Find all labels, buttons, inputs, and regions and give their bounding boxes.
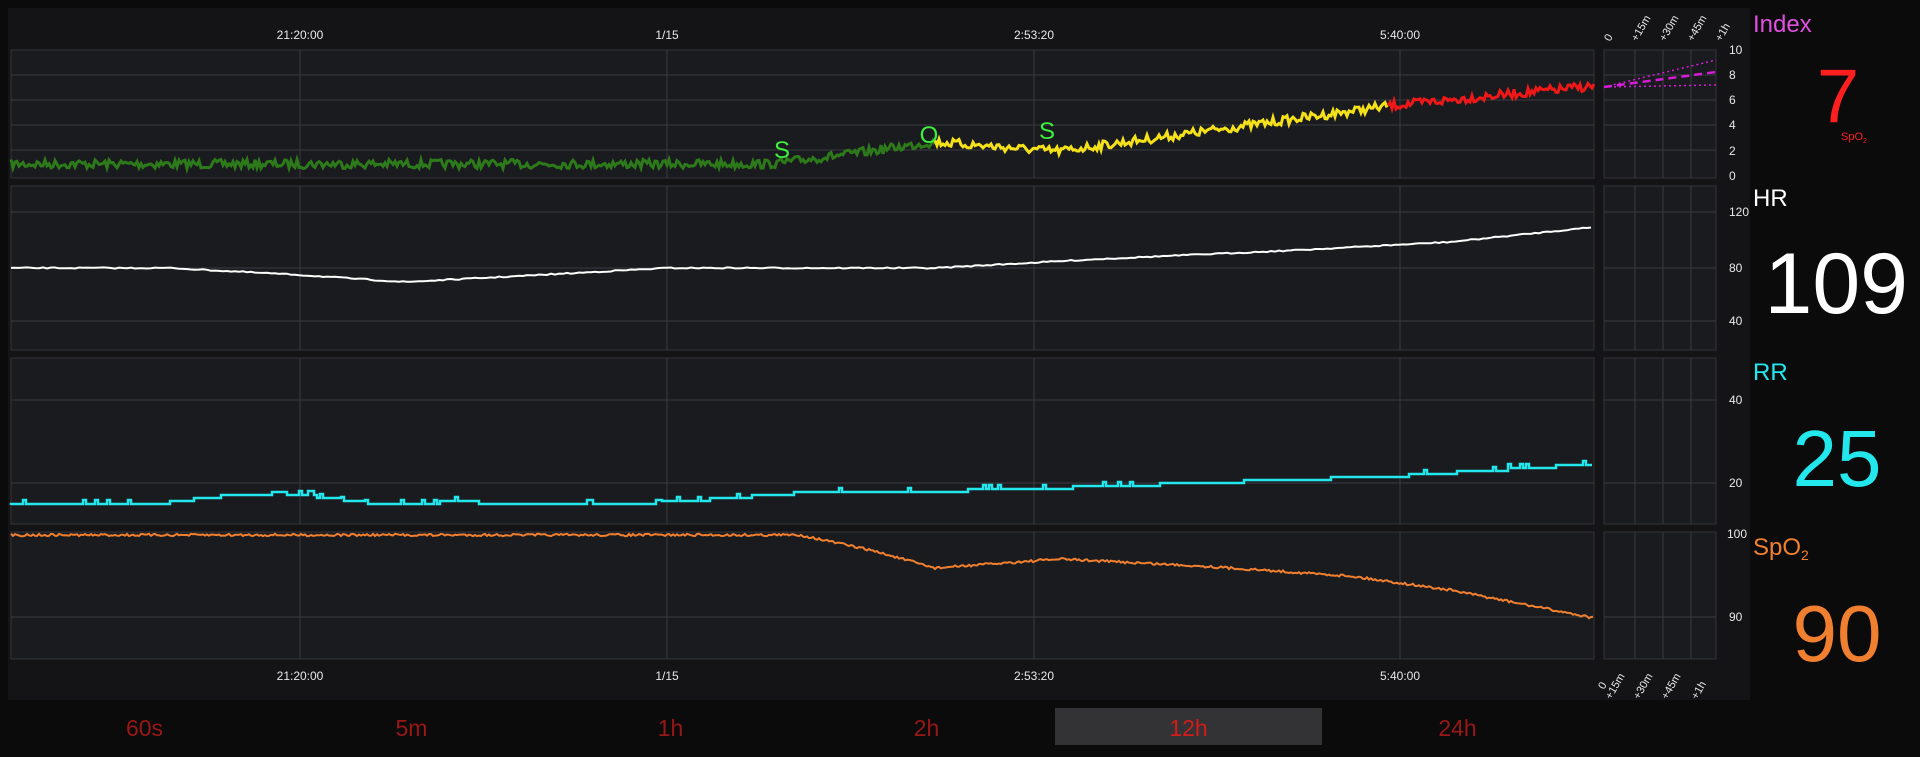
rr-y-tick: 40 bbox=[1729, 393, 1743, 407]
spo2-label: SpO2 bbox=[1753, 534, 1809, 563]
hr-y-tick: 80 bbox=[1729, 261, 1743, 275]
index-y-tick: 10 bbox=[1729, 43, 1743, 57]
time-label-top: 2:53:20 bbox=[1014, 28, 1054, 42]
time-label-top: 21:20:00 bbox=[277, 28, 324, 42]
spo2-forecast-bg bbox=[1603, 531, 1717, 660]
time-range-bar: 60s 5m 1h 2h 12h 24h bbox=[0, 700, 1920, 757]
rr-chart bbox=[9, 357, 1717, 525]
rr-chart-bg bbox=[10, 357, 1595, 525]
range-button-2h[interactable]: 2h bbox=[793, 708, 1060, 745]
hr-readout: HR 109 bbox=[1753, 185, 1908, 332]
index-label: Index bbox=[1753, 11, 1812, 38]
index-subscript: SpO2 bbox=[1841, 131, 1867, 145]
rr-forecast-bg bbox=[1603, 357, 1717, 525]
spo2-chart bbox=[10, 531, 1717, 660]
time-label-bottom: 2:53:20 bbox=[1014, 669, 1054, 683]
index-y-tick: 6 bbox=[1729, 93, 1736, 107]
range-button-12h[interactable]: 12h bbox=[1055, 708, 1322, 745]
rr-readout: RR 25 bbox=[1753, 359, 1881, 503]
range-button-1h[interactable]: 1h bbox=[537, 708, 804, 745]
index-chart: S O S bbox=[9, 49, 1717, 179]
spo2-chart-bg bbox=[10, 531, 1595, 660]
rr-value: 25 bbox=[1793, 414, 1882, 503]
time-label-bottom: 1/15 bbox=[655, 669, 679, 683]
index-y-tick: 4 bbox=[1729, 118, 1736, 132]
index-y-tick: 2 bbox=[1729, 144, 1736, 158]
spo2-y-tick: 100 bbox=[1727, 527, 1747, 541]
time-label-top: 5:40:00 bbox=[1380, 28, 1420, 42]
range-button-5m[interactable]: 5m bbox=[278, 708, 545, 745]
spo2-value: 90 bbox=[1793, 589, 1882, 678]
spo2-readout: SpO2 90 bbox=[1753, 534, 1881, 678]
time-label-top: 1/15 bbox=[655, 28, 679, 42]
index-marker-s2: S bbox=[1039, 118, 1055, 145]
hr-value: 109 bbox=[1765, 236, 1909, 332]
hr-label: HR bbox=[1753, 185, 1788, 212]
monitor-display: S O S 21:20:00 1/15 2:53:20 5:40:00 21:2… bbox=[8, 8, 1908, 702]
range-button-24h[interactable]: 24h bbox=[1324, 708, 1591, 745]
hr-chart bbox=[10, 185, 1717, 351]
index-marker-s1: S bbox=[774, 137, 790, 164]
index-value: 7 bbox=[1817, 54, 1859, 139]
index-marker-o: O bbox=[920, 122, 939, 149]
index-y-tick: 0 bbox=[1729, 169, 1736, 183]
rr-label: RR bbox=[1753, 359, 1788, 386]
hr-y-tick: 40 bbox=[1729, 314, 1743, 328]
time-label-bottom: 5:40:00 bbox=[1380, 669, 1420, 683]
time-label-bottom: 21:20:00 bbox=[277, 669, 324, 683]
index-forecast-bg bbox=[1603, 49, 1717, 179]
rr-y-tick: 20 bbox=[1729, 476, 1743, 490]
index-y-tick: 8 bbox=[1729, 68, 1736, 82]
hr-y-tick: 120 bbox=[1729, 205, 1749, 219]
range-button-60s[interactable]: 60s bbox=[11, 708, 278, 745]
index-readout: Index 7 SpO2 bbox=[1753, 11, 1867, 145]
spo2-y-tick: 90 bbox=[1729, 610, 1743, 624]
